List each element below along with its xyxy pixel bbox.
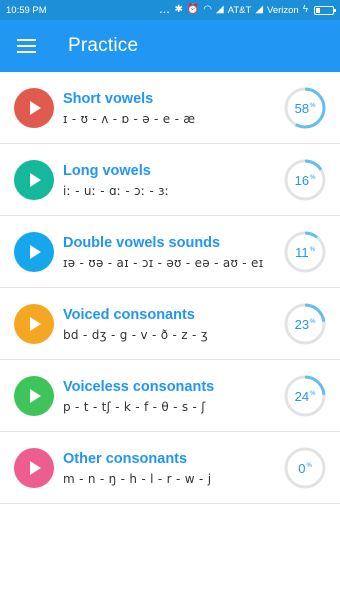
play-button[interactable]: [14, 376, 54, 416]
practice-item[interactable]: Voiceless consonants p - t - tʃ - k - f -…: [0, 360, 340, 432]
status-time: 10:59 PM: [6, 4, 47, 16]
bluetooth-icon: ✱: [174, 4, 183, 15]
item-title: Voiceless consonants: [63, 379, 215, 395]
play-button[interactable]: [14, 448, 54, 488]
percent-sign: %: [310, 102, 316, 109]
charging-icon: ϟ: [302, 4, 308, 15]
wifi-icon: ◠: [203, 4, 213, 15]
practice-item[interactable]: Voiced consonants bd - dʒ - g - v - ð - z…: [0, 288, 340, 360]
play-icon: [30, 245, 41, 259]
practice-item[interactable]: Double vowels sounds ɪə - ʊə - aɪ - ɔɪ - …: [0, 216, 340, 288]
progress-value: 58%: [284, 87, 326, 129]
progress-value: 0%: [284, 447, 326, 489]
percent-sign: %: [310, 174, 316, 181]
play-button[interactable]: [14, 160, 54, 200]
progress-ring: 11%: [284, 231, 326, 273]
item-title: Long vowels: [63, 163, 151, 179]
page-title: Practice: [68, 35, 139, 56]
signal-icon: ◢: [216, 4, 224, 15]
progress-ring: 23%: [284, 303, 326, 345]
progress-value: 23%: [284, 303, 326, 345]
progress-number: 23: [294, 316, 310, 332]
progress-number: 0: [298, 460, 306, 476]
progress-ring: 16%: [284, 159, 326, 201]
progress-value: 16%: [284, 159, 326, 201]
battery-icon: [314, 5, 336, 15]
progress-number: 16: [294, 172, 310, 188]
play-button[interactable]: [14, 88, 54, 128]
status-bar: 10:59 PM ... ✱ ⏰ ◠ ◢ AT&T ◢ Verizon ϟ: [0, 0, 340, 20]
notification-dots: ...: [159, 4, 171, 16]
percent-sign: %: [306, 462, 312, 469]
progress-ring: 58%: [284, 87, 326, 129]
progress-number: 58: [294, 100, 310, 116]
play-button[interactable]: [14, 232, 54, 272]
practice-item[interactable]: Other consonants m - n - ŋ - h - l - r - …: [0, 432, 340, 504]
carrier-label-2: Verizon: [267, 4, 299, 16]
progress-value: 11%: [284, 231, 326, 273]
item-symbols: bd - dʒ - g - v - ð - z - ʒ: [63, 328, 208, 342]
item-title: Double vowels sounds: [63, 235, 221, 251]
play-icon: [30, 389, 41, 403]
practice-item[interactable]: Short vowels ɪ - ʊ - ʌ - ɒ - ə - e - æ 58%: [0, 72, 340, 144]
progress-value: 24%: [284, 375, 326, 417]
item-symbols: m - n - ŋ - h - l - r - w - j: [63, 472, 212, 486]
item-symbols: p - t - tʃ - k - f - θ - s - ʃ: [63, 400, 206, 414]
item-symbols: ɪ - ʊ - ʌ - ɒ - ə - e - æ: [63, 112, 196, 126]
signal-icon-2: ◢: [255, 4, 264, 15]
progress-number: 11: [295, 244, 309, 260]
menu-icon[interactable]: [17, 39, 37, 53]
progress-ring: 0%: [284, 447, 326, 489]
item-symbols: iː - uː - ɑː - ɔː - ɜː: [63, 184, 170, 198]
play-icon: [30, 101, 41, 115]
item-title: Voiced consonants: [63, 307, 195, 323]
play-icon: [30, 317, 41, 331]
progress-ring: 24%: [284, 375, 326, 417]
percent-sign: %: [309, 246, 315, 253]
item-title: Short vowels: [63, 91, 154, 107]
progress-number: 24: [294, 388, 310, 404]
play-button[interactable]: [14, 304, 54, 344]
practice-item[interactable]: Long vowels iː - uː - ɑː - ɔː - ɜː 16%: [0, 144, 340, 216]
practice-list: Short vowels ɪ - ʊ - ʌ - ɒ - ə - e - æ 58%…: [0, 72, 340, 504]
play-icon: [30, 461, 41, 475]
item-title: Other consonants: [63, 451, 188, 467]
percent-sign: %: [310, 390, 316, 397]
app-bar: Practice: [0, 20, 340, 72]
carrier-label-1: AT&T: [227, 4, 252, 16]
play-icon: [30, 173, 41, 187]
item-symbols: ɪə - ʊə - aɪ - ɔɪ - əʊ - eə - aʊ - eɪ: [63, 256, 264, 270]
percent-sign: %: [310, 318, 316, 325]
alarm-icon: ⏰: [186, 4, 200, 15]
